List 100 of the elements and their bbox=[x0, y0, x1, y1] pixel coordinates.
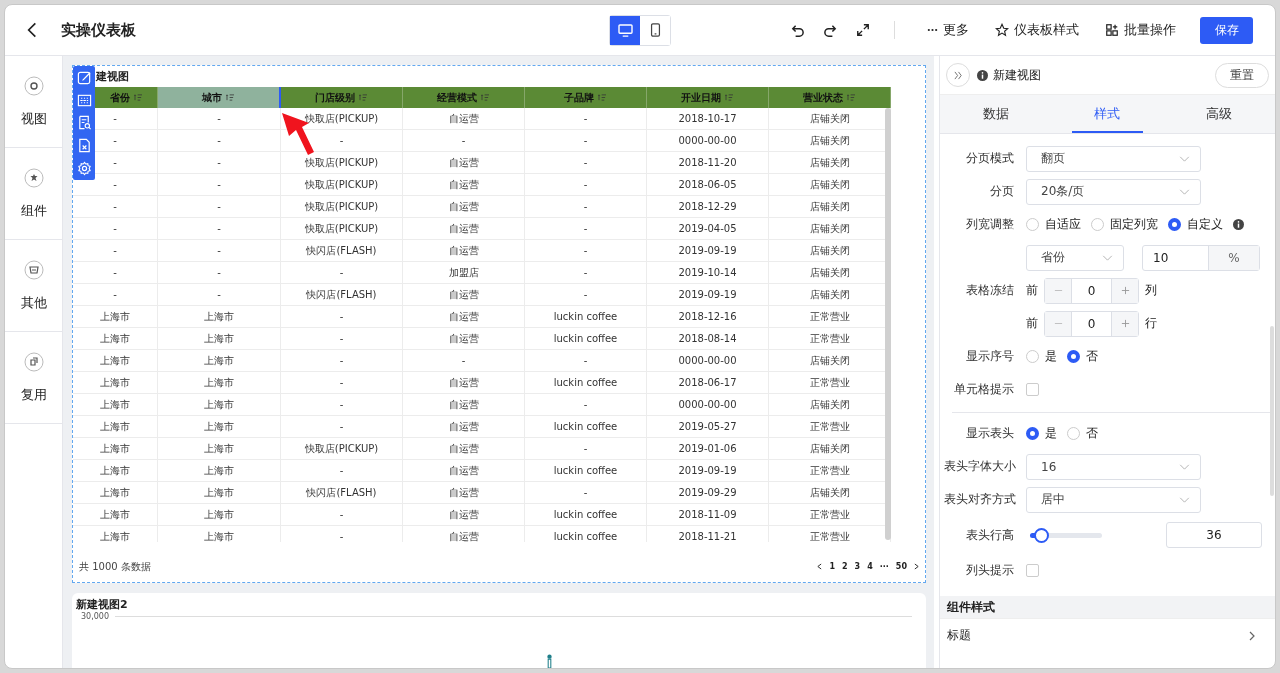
radio-button[interactable] bbox=[1026, 427, 1039, 440]
page-link[interactable]: 4 bbox=[867, 562, 873, 571]
sort-icon[interactable] bbox=[847, 94, 856, 101]
fullscreen-icon[interactable] bbox=[856, 23, 870, 37]
rail-item[interactable]: 复用 bbox=[5, 332, 62, 424]
table-cell: - bbox=[217, 201, 221, 212]
column-header[interactable]: 经营模式 bbox=[403, 87, 525, 108]
table-cell: 正常营业 bbox=[809, 463, 850, 478]
number-stepper[interactable]: 0 bbox=[1044, 310, 1139, 337]
page-link[interactable]: ··· bbox=[879, 562, 889, 571]
column-header[interactable]: 开业日期 bbox=[647, 87, 769, 108]
table-cell: 上海市 bbox=[204, 507, 234, 522]
field-label: 显示序号 bbox=[966, 349, 1014, 363]
checkbox[interactable] bbox=[1026, 564, 1039, 577]
select-field[interactable]: 省份 bbox=[1026, 244, 1124, 271]
table-cell: - bbox=[113, 245, 117, 256]
rail-item[interactable]: 组件 bbox=[5, 148, 62, 240]
search-document-icon[interactable] bbox=[76, 115, 92, 131]
page-link[interactable]: 1 bbox=[829, 562, 835, 571]
number-stepper[interactable]: 0 bbox=[1044, 277, 1139, 304]
table-card[interactable] bbox=[72, 65, 926, 583]
table-cell: 上海市 bbox=[204, 375, 234, 390]
rail-item[interactable]: 视图 bbox=[5, 56, 62, 148]
select-field[interactable]: 20条/页 bbox=[1026, 178, 1201, 205]
column-header[interactable]: 子品牌 bbox=[525, 87, 647, 108]
marker-icon bbox=[546, 654, 553, 668]
sort-icon[interactable] bbox=[598, 94, 607, 101]
double-chevron-icon bbox=[953, 70, 963, 80]
panel-tab[interactable]: 样式 bbox=[1071, 95, 1144, 133]
checkbox[interactable] bbox=[1026, 383, 1039, 396]
table-cell: 上海市 bbox=[100, 309, 130, 324]
batch-button[interactable]: 批量操作 bbox=[1105, 21, 1176, 39]
chart-card[interactable]: 新建视图2 30,000 bbox=[72, 593, 926, 668]
table-cell: 2019-09-29 bbox=[678, 487, 737, 498]
caret-icon bbox=[1102, 254, 1113, 261]
table-cell: 店铺关闭 bbox=[809, 265, 850, 280]
edit-icon[interactable] bbox=[76, 69, 92, 85]
panel-tab[interactable]: 高级 bbox=[1163, 95, 1275, 133]
table-cell: - bbox=[339, 333, 344, 344]
slider[interactable] bbox=[1030, 527, 1102, 543]
view-icon bbox=[23, 75, 44, 96]
column-header[interactable]: 门店级别 bbox=[281, 87, 403, 108]
plus-icon[interactable] bbox=[1120, 319, 1130, 328]
panel-tab[interactable]: 数据 bbox=[940, 95, 1052, 133]
column-header[interactable]: 营业状态 bbox=[769, 87, 891, 108]
page-link[interactable]: 2 bbox=[842, 562, 848, 571]
table-cell: - bbox=[583, 113, 588, 124]
next-page-icon[interactable] bbox=[914, 563, 919, 570]
table-cell: 上海市 bbox=[100, 331, 130, 346]
radio-label: 否 bbox=[1086, 348, 1098, 365]
table-cell: - bbox=[583, 157, 588, 168]
save-button[interactable]: 保存 bbox=[1200, 16, 1253, 44]
collapse-button[interactable] bbox=[946, 63, 970, 87]
table-cell: - bbox=[339, 377, 344, 388]
plus-icon[interactable] bbox=[1120, 286, 1130, 295]
table-cell: 自运营 bbox=[448, 111, 479, 126]
sort-icon[interactable] bbox=[481, 94, 490, 101]
select-field[interactable]: 16 bbox=[1026, 453, 1201, 480]
table-cell: - bbox=[113, 223, 117, 234]
table-cell: 2018-06-17 bbox=[678, 377, 737, 388]
sort-icon[interactable] bbox=[359, 94, 368, 101]
sort-icon[interactable] bbox=[725, 94, 734, 101]
prefix-label: 前 bbox=[1026, 315, 1038, 332]
collapse-item[interactable]: 标题 bbox=[940, 618, 1275, 652]
table-cell: - bbox=[217, 245, 221, 256]
table-cell: - bbox=[583, 223, 588, 234]
settings-icon[interactable] bbox=[76, 161, 92, 177]
number-input[interactable]: 36 bbox=[1166, 522, 1262, 548]
table-cell: 2019-09-19 bbox=[678, 245, 737, 256]
prev-page-icon[interactable] bbox=[817, 563, 823, 570]
select-field[interactable]: 翻页 bbox=[1026, 145, 1201, 172]
sort-icon[interactable] bbox=[226, 94, 235, 101]
table-cell: - bbox=[113, 289, 117, 300]
reset-button[interactable]: 重置 bbox=[1215, 62, 1269, 88]
table-cell: 正常营业 bbox=[809, 507, 850, 522]
dashboard-title: 实操仪表板 bbox=[61, 20, 136, 40]
table-cell: 店铺关闭 bbox=[809, 155, 850, 170]
rail-item[interactable]: 其他 bbox=[5, 240, 62, 332]
spreadsheet-file-icon[interactable] bbox=[76, 138, 92, 154]
sort-icon[interactable] bbox=[133, 94, 143, 101]
width-input[interactable]: 10 % bbox=[1142, 244, 1260, 271]
page-link[interactable]: 50 bbox=[895, 562, 907, 571]
table-cell: luckin coffee bbox=[553, 531, 618, 542]
dashboard-style-button[interactable]: 仪表板样式 bbox=[995, 21, 1079, 39]
page-link[interactable]: 3 bbox=[854, 562, 861, 571]
back-icon[interactable] bbox=[27, 22, 37, 38]
table-cell: - bbox=[583, 179, 588, 190]
grid-icon[interactable] bbox=[76, 92, 92, 108]
select-field[interactable]: 居中 bbox=[1026, 486, 1201, 513]
more-icon bbox=[927, 28, 938, 32]
scrollbar[interactable] bbox=[885, 108, 891, 540]
table-cell: 上海市 bbox=[100, 507, 130, 522]
panel-title: 新建视图 bbox=[993, 66, 1042, 84]
column-header[interactable]: 城市 bbox=[158, 87, 281, 108]
radio-button[interactable] bbox=[1067, 350, 1080, 363]
table-cell: 2019-01-06 bbox=[678, 443, 737, 454]
radio-button[interactable] bbox=[1168, 218, 1181, 231]
table-cell: - bbox=[339, 465, 344, 476]
more-button[interactable]: 更多 bbox=[927, 21, 969, 39]
desktop-button[interactable] bbox=[610, 15, 640, 45]
